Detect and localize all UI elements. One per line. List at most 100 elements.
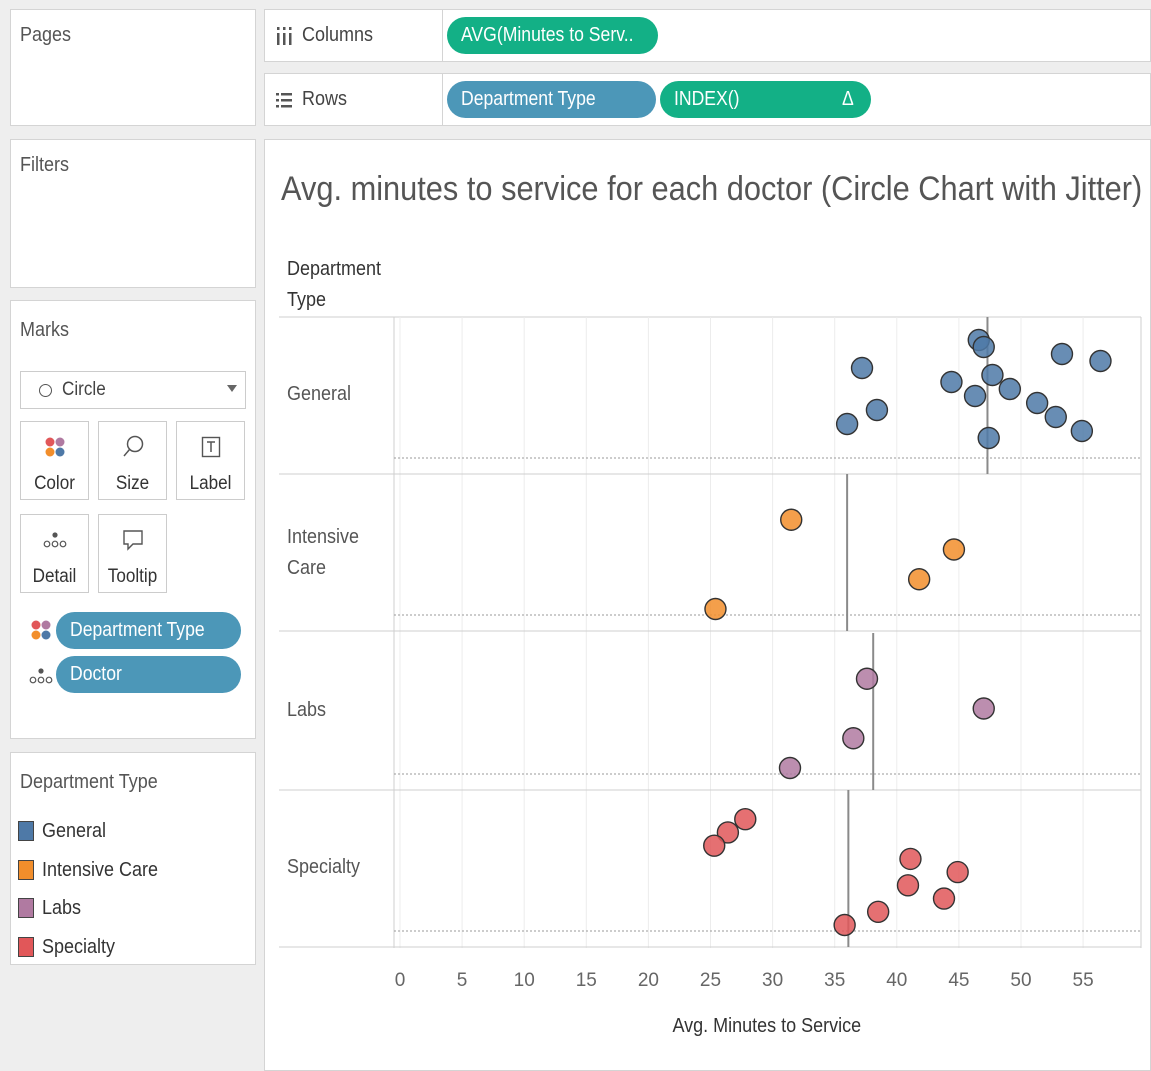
color-legend-card: Department Type General Intensive Care L… (10, 752, 256, 965)
data-point (842, 727, 865, 750)
data-point (972, 335, 995, 359)
x-tick-label: 25 (700, 970, 721, 991)
data-point (855, 667, 879, 690)
department-type-row-pill[interactable]: Department Type (447, 81, 656, 118)
size-button[interactable]: Size (98, 421, 167, 500)
data-point (734, 808, 757, 831)
legend-title: Department Type (20, 771, 158, 793)
x-tick-label: 40 (886, 970, 907, 991)
color-button-label: Color (34, 473, 75, 494)
x-tick-label: 0 (395, 970, 406, 991)
legend-item-labs[interactable]: Labs (18, 895, 85, 921)
data-point (1070, 419, 1094, 443)
legend-item-label: Labs (42, 896, 82, 919)
data-point (907, 568, 931, 591)
detail-button-label: Detail (32, 566, 77, 587)
data-point (998, 377, 1022, 401)
legend-swatch (18, 860, 34, 880)
pages-card[interactable]: Pages (10, 9, 256, 126)
data-point (963, 384, 987, 408)
department-type-row-pill-label: Department Type (461, 88, 596, 110)
color-button[interactable]: Color (20, 421, 89, 500)
legend-item-label: General (42, 819, 107, 842)
label-icon (177, 432, 244, 462)
chevron-down-icon (227, 385, 237, 392)
tooltip-button-label: Tooltip (107, 566, 158, 587)
columns-icon (277, 26, 292, 45)
data-point (972, 697, 995, 720)
color-encoding-icon (30, 619, 52, 646)
scatter-chart[interactable]: 0 5 10 15 20 25 30 35 40 45 50 55 Avg. Minutes to Se… (265, 140, 1150, 1070)
avg-minutes-pill[interactable]: AVG(Minutes to Serv.. (447, 17, 658, 54)
data-point (946, 860, 969, 884)
x-tick-label: 10 (514, 970, 535, 991)
label-button[interactable]: Label (176, 421, 245, 500)
data-point (780, 508, 803, 531)
doctor-detail-pill[interactable]: Doctor (56, 656, 241, 693)
rows-label-text: Rows (302, 88, 348, 110)
data-point (850, 356, 874, 380)
mark-type-dropdown[interactable]: Circle (20, 371, 246, 409)
legend-item-general[interactable]: General (18, 818, 113, 844)
chart-view[interactable]: Avg. minutes to service for each doctor … (264, 139, 1151, 1071)
x-axis-title: Avg. Minutes to Service (672, 1015, 861, 1037)
data-point (703, 834, 726, 857)
avg-minutes-pill-label: AVG(Minutes to Serv.. (461, 24, 634, 46)
filters-card[interactable]: Filters (10, 139, 256, 288)
filters-card-title: Filters (20, 154, 70, 176)
label-button-label: Label (189, 473, 232, 494)
delta-icon: Δ (841, 88, 854, 110)
detail-encoding-icon (29, 667, 53, 690)
x-tick-label: 30 (762, 970, 783, 991)
legend-item-label: Intensive Care (42, 858, 159, 881)
data-point (942, 538, 966, 561)
marks-card: Marks Circle Color Size Label Detail Too… (10, 300, 256, 739)
size-icon (99, 432, 166, 462)
color-icon (21, 432, 88, 462)
data-point (932, 887, 956, 910)
data-point (835, 412, 859, 436)
data-point (899, 847, 922, 871)
data-point (1050, 342, 1074, 366)
data-point (977, 426, 1000, 450)
x-tick-label: 5 (457, 970, 468, 991)
tooltip-button[interactable]: Tooltip (98, 514, 167, 593)
marks-card-title: Marks (20, 319, 70, 341)
index-pill[interactable]: INDEX() Δ (660, 81, 871, 118)
doctor-detail-pill-label: Doctor (70, 663, 122, 685)
rows-shelf-label: Rows (265, 74, 443, 125)
circle-icon (39, 383, 52, 397)
department-type-color-pill[interactable]: Department Type (56, 612, 241, 649)
detail-button[interactable]: Detail (20, 514, 89, 593)
columns-shelf-label: Columns (265, 10, 443, 61)
legend-item-specialty[interactable]: Specialty (18, 934, 123, 960)
columns-label-text: Columns (302, 24, 374, 46)
size-button-label: Size (115, 473, 150, 494)
data-point (866, 900, 890, 923)
tooltip-icon (99, 525, 166, 555)
data-point (981, 363, 1004, 387)
rows-shelf[interactable]: Rows Department Type INDEX() Δ (264, 73, 1151, 126)
detail-icon (21, 525, 88, 555)
x-tick-label: 55 (1073, 970, 1094, 991)
mark-type-value: Circle (62, 379, 106, 400)
data-point (1089, 349, 1112, 373)
x-tick-label: 35 (824, 970, 845, 991)
legend-swatch (18, 898, 34, 918)
columns-shelf[interactable]: Columns AVG(Minutes to Serv.. (264, 9, 1151, 62)
legend-swatch (18, 937, 34, 957)
legend-item-intensive-care[interactable]: Intensive Care (18, 857, 171, 883)
x-tick-label: 45 (948, 970, 969, 991)
department-type-color-pill-label: Department Type (70, 619, 205, 641)
data-point (1044, 405, 1067, 429)
index-pill-label: INDEX() (674, 88, 740, 110)
data-point (833, 913, 856, 937)
x-tick-label: 15 (576, 970, 597, 991)
pages-card-title: Pages (20, 24, 72, 46)
rows-icon (276, 92, 292, 107)
data-point (940, 370, 963, 394)
x-tick-label: 20 (638, 970, 659, 991)
legend-swatch (18, 821, 34, 841)
data-point (865, 398, 889, 422)
data-point (704, 597, 727, 621)
